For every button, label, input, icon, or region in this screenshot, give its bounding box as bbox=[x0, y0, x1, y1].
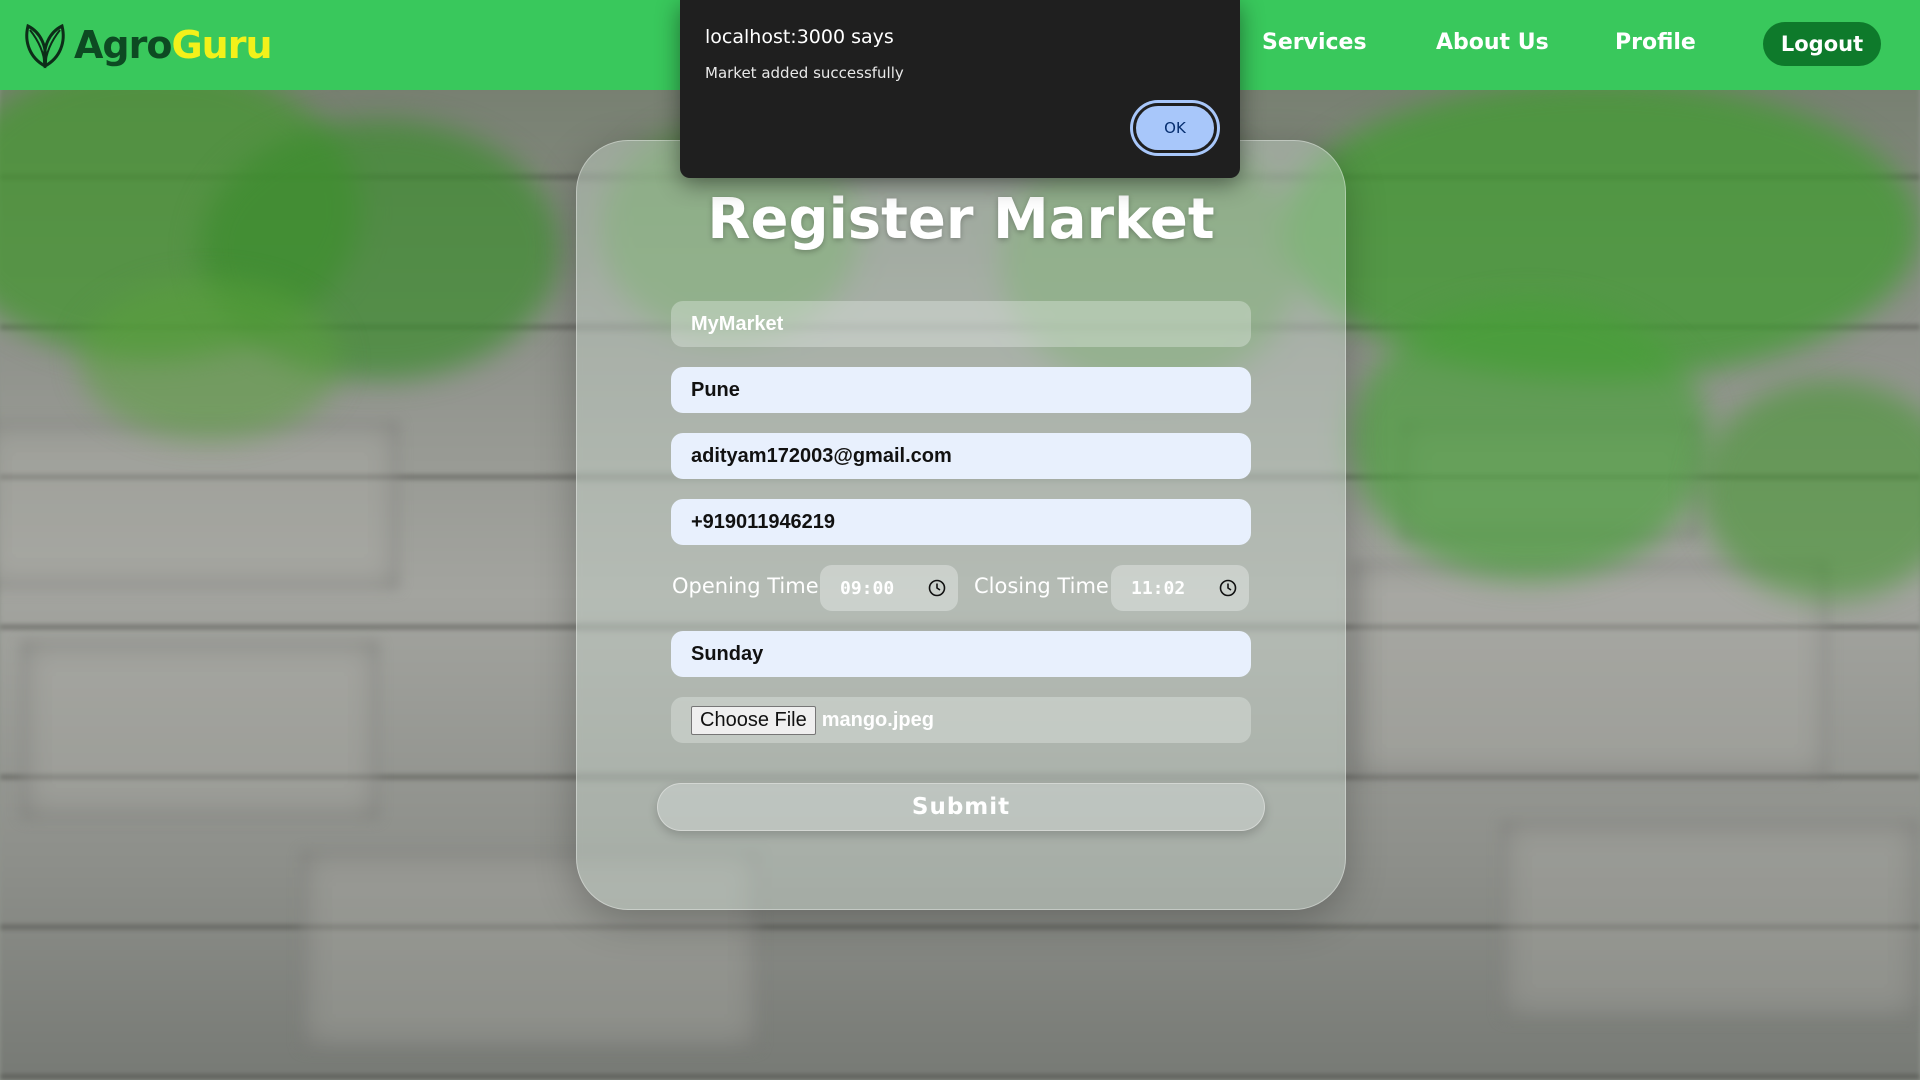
logout-button[interactable]: Logout bbox=[1763, 22, 1881, 66]
dialog-message: Market added successfully bbox=[705, 64, 904, 82]
wall-brick bbox=[20, 640, 380, 820]
page-title: Register Market bbox=[707, 187, 1215, 252]
opening-time-label: Opening Time bbox=[672, 574, 819, 598]
city-input[interactable]: Pune bbox=[671, 367, 1251, 413]
closing-time-value: 11:02 bbox=[1131, 577, 1186, 599]
alert-dialog: localhost:3000 says Market added success… bbox=[680, 0, 1240, 178]
phone-input[interactable]: +919011946219 bbox=[671, 499, 1251, 545]
nav-link-profile[interactable]: Profile bbox=[1615, 30, 1696, 55]
leaf-logo-icon bbox=[25, 23, 65, 69]
clock-icon[interactable] bbox=[1219, 579, 1237, 597]
selected-file-name: mango.jpeg bbox=[821, 708, 934, 731]
opening-time-value: 09:00 bbox=[840, 577, 895, 599]
day-input[interactable]: Sunday bbox=[671, 631, 1251, 677]
clock-icon[interactable] bbox=[928, 579, 946, 597]
brand-name: AgroGuru bbox=[74, 23, 273, 67]
closing-time-label: Closing Time bbox=[974, 574, 1109, 598]
brand-name-part1: Agro bbox=[74, 23, 172, 67]
market-name-input[interactable]: MyMarket bbox=[671, 301, 1251, 347]
ok-button[interactable]: OK bbox=[1133, 103, 1217, 153]
wall-brick bbox=[0, 420, 400, 590]
nav-link-about-us[interactable]: About Us bbox=[1436, 30, 1549, 55]
email-input[interactable]: adityam172003@gmail.com bbox=[671, 433, 1251, 479]
ivy-leaves bbox=[80, 280, 340, 440]
wall-brick bbox=[1350, 560, 1830, 780]
register-market-card: Register Market MyMarket Pune adityam172… bbox=[576, 140, 1346, 910]
nav-link-services[interactable]: Services bbox=[1262, 30, 1367, 55]
file-upload-field: Choose File mango.jpeg bbox=[671, 697, 1251, 743]
choose-file-button[interactable]: Choose File bbox=[691, 705, 816, 735]
dialog-title: localhost:3000 says bbox=[705, 26, 894, 48]
closing-time-input[interactable]: 11:02 bbox=[1111, 565, 1249, 611]
submit-button[interactable]: Submit bbox=[657, 783, 1265, 831]
brand-logo[interactable]: AgroGuru bbox=[18, 18, 273, 72]
ivy-leaves bbox=[1350, 300, 1710, 580]
wall-brick bbox=[1500, 820, 1920, 1020]
brand-name-part2: Guru bbox=[171, 23, 272, 67]
opening-time-input[interactable]: 09:00 bbox=[820, 565, 958, 611]
